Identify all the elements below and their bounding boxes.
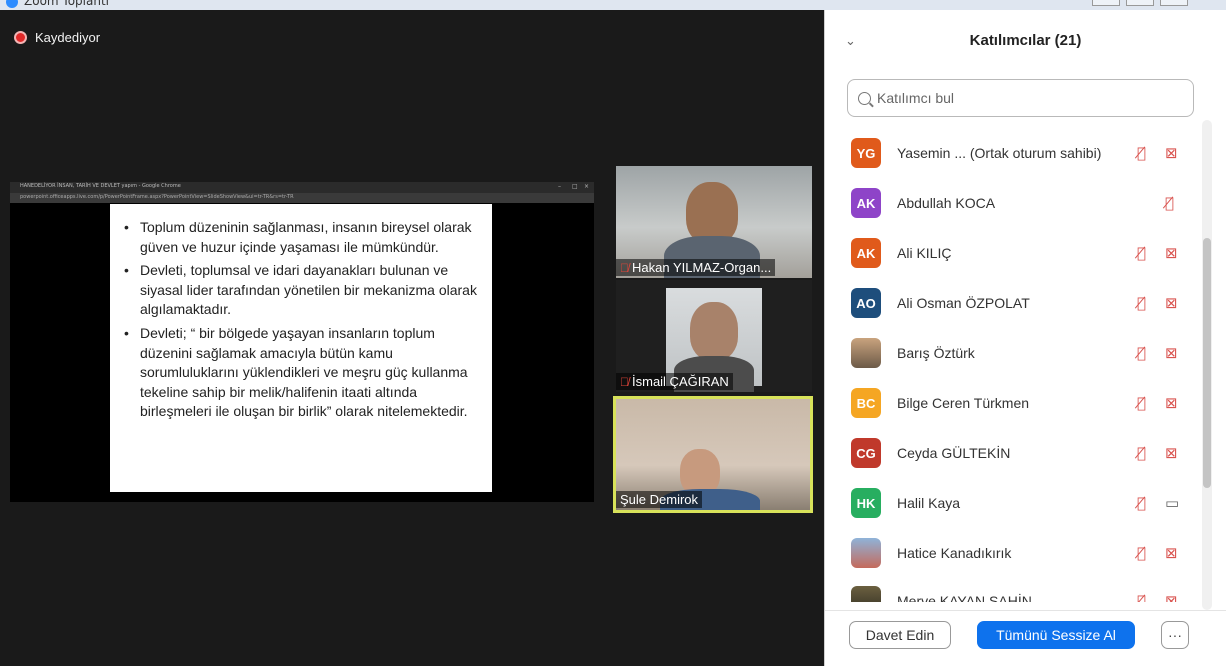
slide-bullet: Toplum düzeninin sağlanması, insanın bir… bbox=[124, 218, 482, 257]
video-off-icon[interactable]: ⊠ bbox=[1165, 344, 1178, 362]
participant-row[interactable]: Hatice Kanadıkırık 🎙̸ ⊠ bbox=[825, 528, 1201, 578]
video-off-icon[interactable]: ⊠ bbox=[1165, 394, 1178, 412]
participant-list: YG Yasemin ... (Ortak oturum sahibi) 🎙̸ … bbox=[825, 120, 1201, 602]
slide-bullet: Devleti; “ bir bölgede yaşayan insanları… bbox=[124, 324, 482, 422]
video-tile-name: 🎙̸ Hakan YILMAZ-Organ... bbox=[616, 259, 776, 276]
participant-face bbox=[690, 302, 738, 360]
shared-close-icon: × bbox=[584, 183, 590, 190]
avatar-photo bbox=[851, 538, 881, 568]
participant-face bbox=[686, 182, 738, 244]
mic-off-icon[interactable]: 🎙̸ bbox=[1137, 344, 1146, 362]
participant-row[interactable]: Merve KAYAN SAHİN 🎙̸ ⊠ bbox=[825, 576, 1201, 602]
mic-off-icon[interactable]: 🎙̸ bbox=[1137, 592, 1146, 602]
shared-minimize-icon: – bbox=[558, 183, 561, 190]
participant-name: Ceyda GÜLTEKİN bbox=[897, 445, 1011, 461]
participant-name: Ali Osman ÖZPOLAT bbox=[897, 295, 1030, 311]
video-tile-sule-active-speaker[interactable]: Şule Demirok bbox=[613, 396, 813, 513]
participant-search-input[interactable] bbox=[877, 90, 1177, 106]
participant-name: Barış Öztürk bbox=[897, 345, 975, 361]
video-off-icon[interactable]: ⊠ bbox=[1165, 294, 1178, 312]
video-tile-name-text: İsmail ÇAĞIRAN bbox=[632, 374, 729, 389]
mic-off-icon[interactable]: 🎙̸ bbox=[1137, 494, 1146, 512]
shared-maximize-icon: □ bbox=[572, 183, 578, 190]
participant-name: Bilge Ceren Türkmen bbox=[897, 395, 1030, 411]
video-off-icon[interactable]: ⊠ bbox=[1165, 244, 1178, 262]
video-icon[interactable]: ▭ bbox=[1165, 494, 1179, 512]
participant-list-scrollbar[interactable] bbox=[1202, 120, 1212, 610]
mic-off-icon[interactable]: 🎙̸ bbox=[1137, 544, 1146, 562]
record-icon bbox=[14, 31, 27, 44]
participant-name: Merve KAYAN SAHİN bbox=[897, 593, 1032, 602]
search-icon bbox=[858, 91, 871, 105]
window-title: Zoom Toplantı bbox=[24, 0, 109, 8]
participant-search[interactable] bbox=[847, 79, 1194, 117]
shared-url: powerpoint.officeapps.live.com/p/PowerPo… bbox=[20, 194, 294, 200]
avatar: AO bbox=[851, 288, 881, 318]
shared-url-bar: powerpoint.officeapps.live.com/p/PowerPo… bbox=[10, 193, 594, 203]
window-titlebar: Zoom Toplantı bbox=[0, 0, 1226, 10]
slide-bullet-list: Toplum düzeninin sağlanması, insanın bir… bbox=[124, 218, 482, 422]
participant-name: Abdullah KOCA bbox=[897, 195, 996, 211]
video-tile-ismail[interactable]: 🎙̸ İsmail ÇAĞIRAN bbox=[616, 280, 812, 392]
more-options-button[interactable]: ··· bbox=[1161, 621, 1189, 649]
avatar: AK bbox=[851, 188, 881, 218]
mic-off-icon: 🎙̸ bbox=[620, 374, 629, 389]
shared-browser-titlebar: HANEDELİYOR İNSAN, TARİH VE DEVLET yapım… bbox=[10, 182, 594, 193]
slide-bullet: Devleti, toplumsal ve idari dayanakları … bbox=[124, 261, 482, 320]
mic-off-icon[interactable]: 🎙̸ bbox=[1137, 294, 1146, 312]
recording-indicator[interactable]: Kaydediyor bbox=[14, 30, 100, 45]
participant-row[interactable]: CG Ceyda GÜLTEKİN 🎙̸ ⊠ bbox=[825, 428, 1201, 478]
participants-panel: ⌄ Katılımcılar (21) YG Yasemin ... (Orta… bbox=[824, 10, 1226, 666]
video-tile-name: Şule Demirok bbox=[616, 491, 703, 508]
scrollbar-thumb[interactable] bbox=[1203, 238, 1211, 488]
mute-all-button[interactable]: Tümünü Sessize Al bbox=[977, 621, 1135, 649]
participant-name: Hatice Kanadıkırık bbox=[897, 545, 1012, 561]
avatar: YG bbox=[851, 138, 881, 168]
mic-off-icon[interactable]: 🎙̸ bbox=[1137, 144, 1146, 162]
video-off-icon[interactable]: ⊠ bbox=[1165, 444, 1178, 462]
video-tile-name-text: Hakan YILMAZ-Organ... bbox=[632, 260, 772, 275]
screen-share: HANEDELİYOR İNSAN, TARİH VE DEVLET yapım… bbox=[10, 182, 594, 502]
mic-off-icon[interactable]: 🎙̸ bbox=[1137, 244, 1146, 262]
minimize-button[interactable] bbox=[1092, 0, 1120, 6]
participant-name: Halil Kaya bbox=[897, 495, 961, 511]
mic-off-icon[interactable]: 🎙̸ bbox=[1137, 444, 1146, 462]
avatar: HK bbox=[851, 488, 881, 518]
presentation-slide: Toplum düzeninin sağlanması, insanın bir… bbox=[110, 204, 492, 492]
participant-name: Ali KILIÇ bbox=[897, 245, 952, 261]
panel-title: Katılımcılar (21) bbox=[969, 32, 1082, 49]
maximize-button[interactable] bbox=[1126, 0, 1154, 6]
panel-footer: Davet Edin Tümünü Sessize Al ··· bbox=[825, 610, 1226, 666]
video-tile-name-text: Şule Demirok bbox=[620, 492, 699, 507]
close-window-button[interactable] bbox=[1160, 0, 1188, 6]
avatar: CG bbox=[851, 438, 881, 468]
video-off-icon[interactable]: ⊠ bbox=[1165, 144, 1178, 162]
avatar: BC bbox=[851, 388, 881, 418]
video-tile-hakan[interactable]: 🎙̸ Hakan YILMAZ-Organ... bbox=[616, 166, 812, 278]
participant-row[interactable]: YG Yasemin ... (Ortak oturum sahibi) 🎙̸ … bbox=[825, 128, 1201, 178]
avatar-photo bbox=[851, 586, 881, 602]
avatar: AK bbox=[851, 238, 881, 268]
participant-row[interactable]: BC Bilge Ceren Türkmen 🎙̸ ⊠ bbox=[825, 378, 1201, 428]
participant-row[interactable]: Barış Öztürk 🎙̸ ⊠ bbox=[825, 328, 1201, 378]
panel-header: ⌄ Katılımcılar (21) bbox=[825, 10, 1226, 72]
mic-off-icon: 🎙̸ bbox=[620, 260, 629, 275]
participant-row[interactable]: AK Abdullah KOCA 🎙̸ bbox=[825, 178, 1201, 228]
participant-row[interactable]: AO Ali Osman ÖZPOLAT 🎙̸ ⊠ bbox=[825, 278, 1201, 328]
recording-label: Kaydediyor bbox=[35, 30, 101, 45]
mic-off-icon[interactable]: 🎙̸ bbox=[1137, 394, 1146, 412]
participant-row[interactable]: AK Ali KILIÇ 🎙̸ ⊠ bbox=[825, 228, 1201, 278]
avatar-photo bbox=[851, 338, 881, 368]
video-tile-name: 🎙̸ İsmail ÇAĞIRAN bbox=[616, 373, 733, 390]
shared-browser-title: HANEDELİYOR İNSAN, TARİH VE DEVLET yapım… bbox=[20, 183, 181, 189]
video-off-icon[interactable]: ⊠ bbox=[1165, 592, 1178, 602]
video-off-icon[interactable]: ⊠ bbox=[1165, 544, 1178, 562]
participant-name: Yasemin ... (Ortak oturum sahibi) bbox=[897, 145, 1102, 161]
zoom-app-icon bbox=[6, 0, 18, 8]
participant-row[interactable]: HK Halil Kaya 🎙̸ ▭ bbox=[825, 478, 1201, 528]
mic-off-icon[interactable]: 🎙̸ bbox=[1165, 194, 1174, 212]
invite-button[interactable]: Davet Edin bbox=[849, 621, 951, 649]
